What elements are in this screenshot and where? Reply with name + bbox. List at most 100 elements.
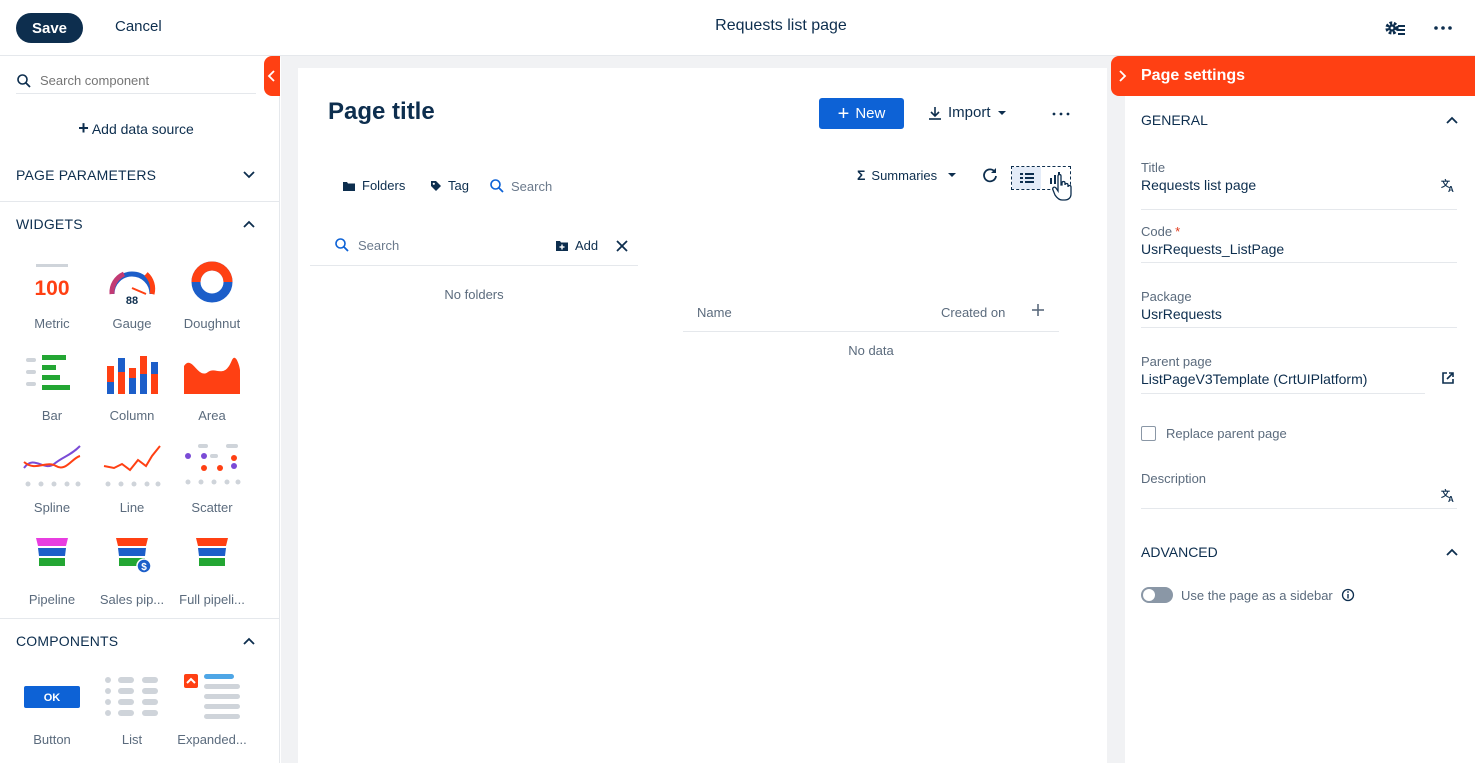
general-section[interactable]: GENERAL (1141, 112, 1459, 128)
widget-doughnut[interactable]: Doughnut (172, 254, 252, 346)
page-settings-header[interactable]: Page settings (1111, 56, 1475, 96)
list-search[interactable]: Search (489, 178, 552, 194)
chevron-up-icon (1446, 116, 1458, 124)
package-field[interactable]: Package UsrRequests (1141, 289, 1457, 328)
new-button[interactable]: + New (819, 98, 904, 129)
folder-icon (343, 181, 355, 191)
column-header-name[interactable]: Name (697, 305, 732, 320)
widget-sales-pipeline[interactable]: $ Sales pip... (92, 530, 172, 622)
component-label: List (121, 732, 143, 747)
component-search-input[interactable] (40, 73, 240, 88)
plus-icon: + (837, 102, 850, 125)
add-column-icon[interactable] (1031, 303, 1045, 317)
open-link-icon[interactable] (1441, 371, 1455, 385)
translate-icon[interactable]: 文A (1441, 178, 1455, 192)
page-title[interactable]: Page title (328, 98, 435, 126)
widget-gauge[interactable]: 88 Gauge (92, 254, 172, 346)
download-icon (929, 106, 941, 120)
component-search[interactable] (16, 68, 256, 94)
divider (0, 201, 279, 202)
widget-bar[interactable]: Bar (12, 346, 92, 438)
add-folder-icon (556, 240, 568, 251)
chevron-up-icon (1446, 548, 1458, 556)
components-section[interactable]: COMPONENTS (16, 633, 256, 649)
required-marker: * (1175, 224, 1181, 239)
no-folders-message: No folders (444, 287, 504, 302)
widget-column[interactable]: Column (92, 346, 172, 438)
widget-metric[interactable]: 100 Metric (12, 254, 92, 346)
widget-full-pipeline[interactable]: Full pipeli... (172, 530, 252, 622)
add-folder-button[interactable]: Add (555, 238, 598, 253)
add-data-source-label: Add data source (91, 121, 194, 137)
field-label: Parent page (1141, 354, 1212, 369)
field-value[interactable]: ListPageV3Template (CrtUIPlatform) (1141, 371, 1367, 387)
sales-pipeline-icon: $ (102, 534, 162, 582)
scatter-chart-icon (182, 442, 242, 490)
field-value[interactable]: UsrRequests (1141, 306, 1222, 322)
title-field[interactable]: Title Requests list page 文A (1141, 160, 1457, 210)
bar-chart-icon (22, 350, 82, 398)
chevron-left-icon (267, 70, 275, 82)
column-chart-icon (102, 350, 162, 398)
folders-button[interactable]: Folders (342, 178, 405, 193)
widget-label: Doughnut (183, 316, 241, 331)
list-component-icon (102, 674, 162, 722)
checkbox-label: Replace parent page (1166, 426, 1287, 441)
close-icon[interactable] (615, 239, 629, 253)
widget-pipeline[interactable]: Pipeline (12, 530, 92, 622)
page-settings-title: Page settings (1141, 67, 1246, 84)
widget-label: Spline (33, 500, 71, 515)
gear-list-icon[interactable] (1383, 16, 1407, 40)
sidebar-toggle[interactable] (1141, 587, 1173, 603)
full-pipeline-icon (182, 534, 242, 582)
widget-spline[interactable]: Spline (12, 438, 92, 530)
field-value[interactable]: UsrRequests_ListPage (1141, 241, 1284, 257)
widgets-section[interactable]: WIDGETS (16, 216, 256, 232)
widgets-label: WIDGETS (16, 216, 83, 232)
folder-search-field[interactable]: Search (334, 237, 399, 253)
import-label: Import (948, 104, 991, 121)
description-field[interactable]: Description 文A (1141, 471, 1457, 509)
more-options-icon[interactable] (1051, 104, 1071, 124)
info-icon[interactable] (1341, 588, 1355, 602)
page-parameters-section[interactable]: PAGE PARAMETERS (16, 167, 256, 183)
widgets-grid: 100 Metric 88 Gauge Doughnut Bar Column … (12, 254, 268, 622)
column-header-created-on[interactable]: Created on (941, 305, 1005, 320)
divider (0, 618, 279, 619)
page-parameters-label: PAGE PARAMETERS (16, 167, 157, 183)
widget-scatter[interactable]: Scatter (172, 438, 252, 530)
widget-label: Sales pip... (99, 592, 165, 607)
top-bar: Save Cancel Requests list page (0, 0, 1475, 56)
ok-text: OK (44, 692, 61, 704)
widget-label: Metric (34, 316, 70, 331)
component-list[interactable]: List (92, 670, 172, 762)
tag-label: Tag (448, 178, 469, 193)
import-button[interactable]: Import (928, 104, 1007, 121)
widget-line[interactable]: Line (92, 438, 172, 530)
chevron-up-icon (243, 637, 255, 645)
collapse-left-panel-button[interactable] (264, 56, 280, 96)
svg-text:A: A (1448, 185, 1454, 192)
button-component-icon: OK (22, 674, 82, 722)
component-button[interactable]: OK Button (12, 670, 92, 762)
refresh-icon[interactable] (981, 166, 999, 184)
search-icon (335, 238, 349, 252)
area-chart-icon (182, 350, 242, 398)
advanced-section[interactable]: ADVANCED (1141, 544, 1459, 560)
tag-button[interactable]: Tag (430, 178, 469, 193)
add-data-source-button[interactable]: + Add data source (0, 118, 272, 139)
more-options-icon[interactable] (1432, 16, 1454, 40)
widget-area[interactable]: Area (172, 346, 252, 438)
field-value[interactable]: Requests list page (1141, 177, 1256, 193)
search-label: Search (511, 178, 553, 194)
component-expanded-list[interactable]: Expanded... (172, 670, 252, 762)
code-label: Code (1141, 224, 1173, 239)
list-view-button[interactable] (1012, 167, 1041, 189)
translate-icon[interactable]: 文A (1441, 488, 1455, 502)
hand-cursor-icon (1052, 173, 1072, 201)
code-field[interactable]: Code * UsrRequests_ListPage (1141, 224, 1457, 263)
replace-parent-page-checkbox[interactable]: Replace parent page (1141, 426, 1287, 441)
checkbox[interactable] (1141, 426, 1156, 441)
parent-page-field[interactable]: Parent page ListPageV3Template (CrtUIPla… (1141, 354, 1457, 394)
summaries-button[interactable]: Σ Summaries (857, 167, 957, 183)
